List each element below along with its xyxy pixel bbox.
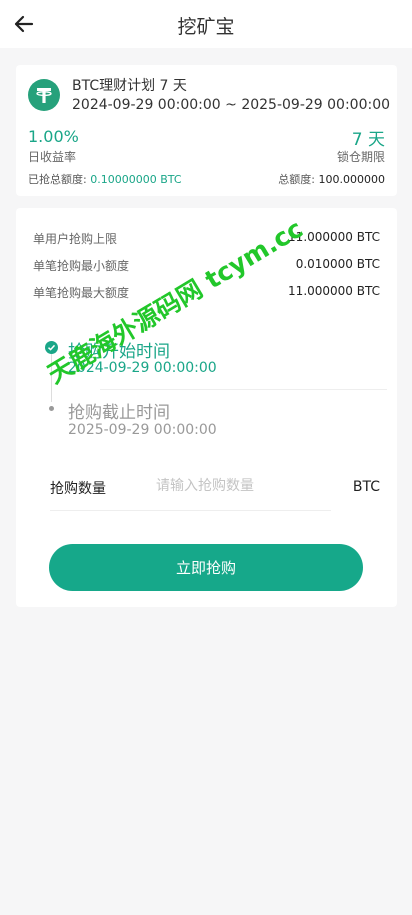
plan-card: BTC理财计划 7 天 2024-09-29 00:00:00 ~ 2025-0… <box>16 65 397 196</box>
limit-value: 0.010000 BTC <box>295 257 380 271</box>
total-amount: 总额度: 100.000000 <box>278 171 385 187</box>
buy-now-button[interactable]: 立即抢购 <box>49 544 363 591</box>
limit-row: 单用户抢购上限 11.000000 BTC <box>33 230 380 247</box>
lock-period-value: 7 天 <box>351 130 385 150</box>
lock-period-label: 锁仓期限 <box>336 150 385 164</box>
sold-label: 已抢总额度: <box>28 173 87 186</box>
sold-value: 0.10000000 BTC <box>90 173 182 186</box>
pending-dot-icon <box>49 406 54 411</box>
end-time-title: 抢购截止时间 <box>68 403 170 423</box>
page-title: 挖矿宝 <box>177 16 235 38</box>
check-icon <box>45 341 58 354</box>
limit-row: 单笔抢购最大额度 11.000000 BTC <box>33 284 380 301</box>
app-header: 挖矿宝 <box>0 0 412 48</box>
limit-label: 单笔抢购最小额度 <box>33 259 130 273</box>
quantity-input[interactable] <box>156 472 336 500</box>
quantity-label: 抢购数量 <box>50 481 106 497</box>
start-time-title: 抢购开始时间 <box>68 342 170 362</box>
tether-icon <box>28 79 60 111</box>
input-underline <box>50 510 331 511</box>
limit-value: 11.000000 BTC <box>288 284 380 298</box>
total-label: 总额度: <box>278 173 316 186</box>
total-value: 100.000000 <box>318 173 385 186</box>
daily-rate-label: 日收益率 <box>28 150 77 164</box>
start-time-date: 2024-09-29 00:00:00 <box>68 360 217 376</box>
limit-label: 单笔抢购最大额度 <box>33 286 130 300</box>
limit-row: 单笔抢购最小额度 0.010000 BTC <box>33 257 380 274</box>
limit-label: 单用户抢购上限 <box>33 232 118 246</box>
plan-name: BTC理财计划 7 天 <box>72 78 187 94</box>
purchase-card: 单用户抢购上限 11.000000 BTC 单笔抢购最小额度 0.010000 … <box>16 208 397 607</box>
daily-rate-value: 1.00% <box>28 127 79 146</box>
limit-value: 11.000000 BTC <box>288 230 380 244</box>
timeline-line <box>51 354 52 402</box>
quantity-unit: BTC <box>352 479 380 495</box>
end-time-date: 2025-09-29 00:00:00 <box>68 422 217 438</box>
sold-amount: 已抢总额度: 0.10000000 BTC <box>28 171 182 187</box>
timeline-divider <box>100 389 387 390</box>
plan-dates: 2024-09-29 00:00:00 ~ 2025-09-29 00:00:0… <box>72 97 391 113</box>
